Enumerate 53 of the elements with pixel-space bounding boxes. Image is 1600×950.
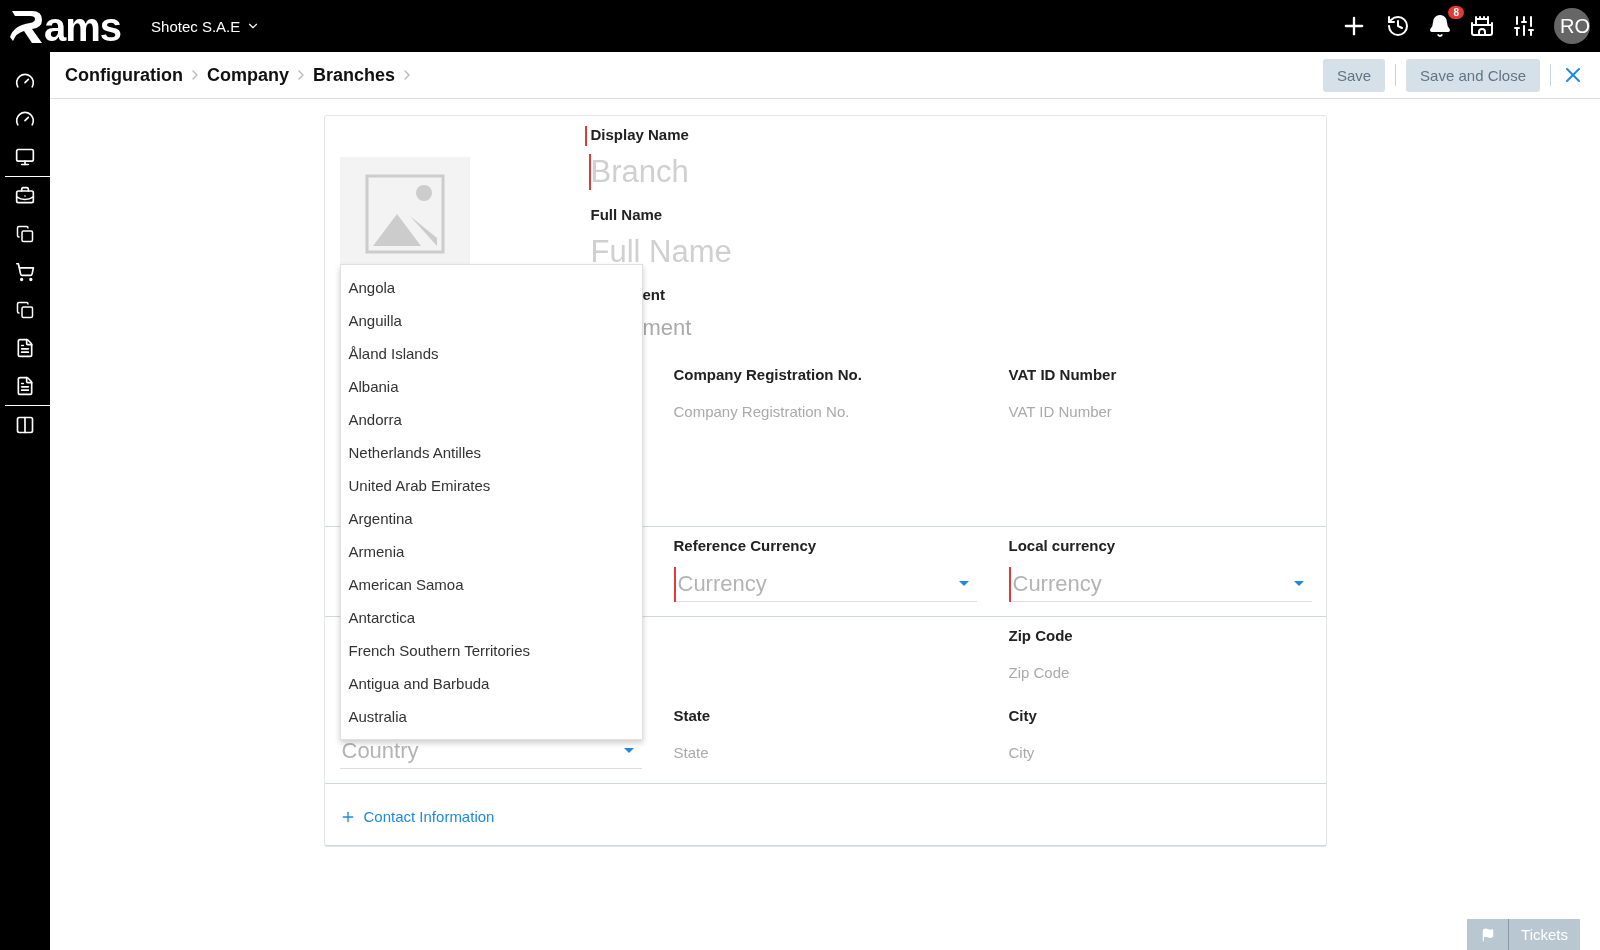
field-label: Full Name (589, 206, 663, 225)
breadcrumb-link[interactable]: Configuration (65, 64, 183, 86)
field-label: Display Name (584, 126, 689, 146)
field-label: ent (641, 286, 665, 305)
user-avatar[interactable]: RO (1554, 8, 1590, 44)
squares-icon (16, 225, 34, 243)
contact-information-link[interactable]: Contact Information (339, 808, 495, 825)
caret-icon (1293, 581, 1304, 587)
castle-icon[interactable] (1470, 14, 1494, 38)
company-selector[interactable]: Shotec S.A.E (145, 16, 267, 36)
country-option[interactable]: Angola (340, 271, 642, 304)
caret-icon (623, 748, 634, 754)
sliders-icon[interactable] (1512, 14, 1536, 38)
gauge-icon (15, 109, 35, 129)
country-option[interactable]: Australia (340, 700, 642, 733)
country-option[interactable]: Albania (340, 370, 642, 403)
country-option[interactable]: Anguilla (340, 304, 642, 337)
document-icon (15, 338, 35, 358)
breadcrumb-link[interactable]: Company (207, 64, 289, 86)
caret-icon (958, 581, 969, 587)
country-option[interactable]: Netherlands Antilles (340, 436, 642, 469)
briefcase-icon (15, 186, 35, 206)
currency-select[interactable]: Currency (1008, 566, 1294, 602)
gauge-icon (15, 71, 35, 91)
notification-count: 8 (1448, 6, 1464, 19)
country-option[interactable]: Åland Islands (340, 337, 642, 370)
logo-text: ams (44, 9, 122, 45)
squares-icon (16, 301, 34, 319)
field-label: Zip Code (1008, 627, 1074, 646)
columns-icon (15, 415, 35, 435)
image-icon (364, 173, 445, 254)
country-option[interactable]: Armenia (340, 535, 642, 568)
cart-icon (15, 262, 35, 282)
breadcrumb-link[interactable]: Branches (313, 64, 396, 86)
field-label: VAT ID Number (1008, 366, 1118, 385)
country-option[interactable]: Antarctica (340, 601, 642, 634)
field-label: Local currency (1008, 537, 1117, 556)
currency-select[interactable]: Currency (673, 566, 959, 602)
country-option[interactable]: American Samoa (340, 568, 642, 601)
country-option[interactable]: Antigua and Barbuda (340, 667, 642, 700)
monitor-icon (15, 147, 35, 167)
field-label: Company Registration No. (673, 366, 863, 385)
bell-icon[interactable] (1428, 14, 1452, 38)
field-label: Reference Currency (673, 537, 818, 556)
country-option[interactable]: Argentina (340, 502, 642, 535)
country-select[interactable]: Country (339, 733, 624, 769)
document-icon (15, 376, 35, 396)
field-label: State (673, 707, 712, 726)
field-label: City (1008, 707, 1038, 726)
country-option[interactable]: Andorra (340, 403, 642, 436)
country-option[interactable]: United Arab Emirates (340, 469, 642, 502)
history-icon[interactable] (1386, 14, 1410, 38)
country-option[interactable]: French Southern Territories (340, 634, 642, 667)
